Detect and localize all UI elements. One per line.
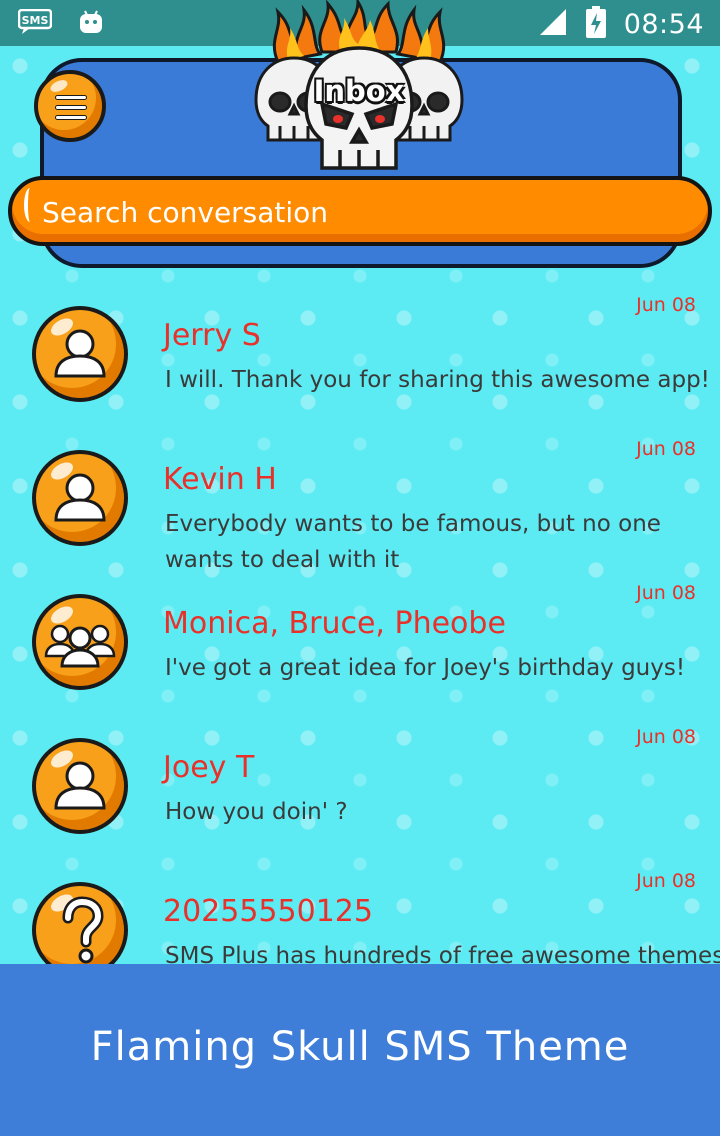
page-title: Inbox — [313, 74, 405, 108]
person-icon — [32, 306, 128, 402]
conversation-item[interactable]: Jerry S Jun 08 I will. Thank you for sha… — [0, 294, 720, 450]
conversation-name: Joey T — [163, 750, 255, 785]
person-icon — [32, 738, 128, 834]
battery-charging-icon — [585, 6, 606, 43]
conversation-snippet: How you doin' ? — [165, 799, 348, 825]
banner-title: Flaming Skull SMS Theme — [90, 1024, 630, 1070]
person-icon — [32, 450, 128, 546]
android-icon — [78, 9, 104, 40]
conversation-name: Jerry S — [163, 318, 261, 353]
conversation-date: Jun 08 — [636, 726, 696, 748]
conversation-item[interactable]: Kevin H Jun 08 Everybody wants to be fam… — [0, 438, 720, 594]
status-time: 08:54 — [623, 9, 704, 40]
conversation-name: Kevin H — [163, 462, 277, 497]
conversation-date: Jun 08 — [636, 870, 696, 892]
conversation-snippet: I will. Thank you for sharing this aweso… — [165, 367, 710, 393]
conversation-snippet: I've got a great idea for Joey's birthda… — [165, 655, 686, 681]
conversation-item[interactable]: Monica, Bruce, Pheobe Jun 08 I've got a … — [0, 582, 720, 738]
signal-icon — [538, 7, 568, 42]
svg-text:SMS: SMS — [22, 14, 49, 27]
search-input[interactable] — [42, 190, 682, 234]
group-icon — [32, 594, 128, 690]
hamburger-menu-icon[interactable] — [34, 70, 106, 142]
conversation-name: Monica, Bruce, Pheobe — [163, 606, 506, 641]
conversation-snippet: Everybody wants to be famous, but no one… — [165, 511, 661, 573]
conversation-date: Jun 08 — [636, 294, 696, 316]
sms-notification-icon: SMS — [17, 8, 53, 40]
promo-banner: Flaming Skull SMS Theme — [0, 964, 720, 1136]
search-bar[interactable] — [8, 176, 712, 246]
conversation-date: Jun 08 — [636, 438, 696, 460]
conversation-name: 20255550125 — [163, 894, 373, 929]
conversation-date: Jun 08 — [636, 582, 696, 604]
conversation-item[interactable]: 20255550125 Jun 08 SMS Plus has hundreds… — [0, 870, 720, 978]
conversation-item[interactable]: Joey T Jun 08 How you doin' ? — [0, 726, 720, 882]
